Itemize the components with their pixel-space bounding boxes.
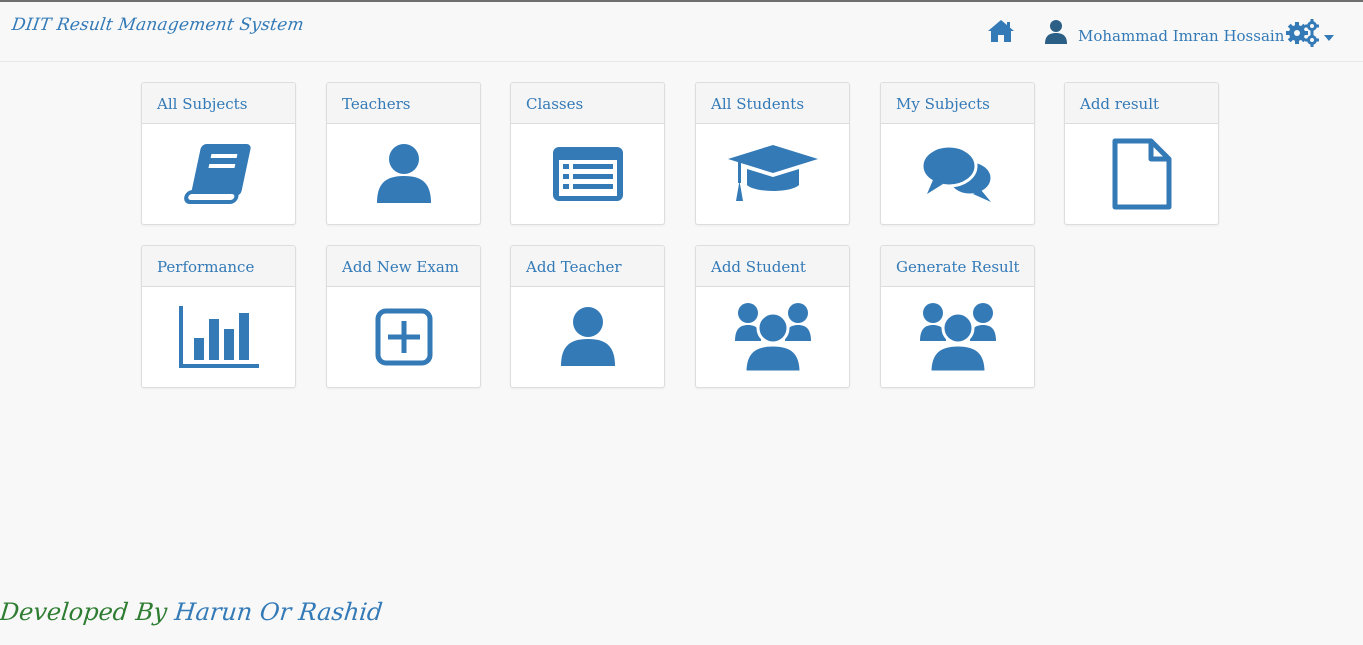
user-name-link[interactable]: Mohammad Imran Hossain [1078, 27, 1284, 45]
card-generate-result[interactable]: Generate Result [880, 245, 1035, 388]
card-title: My Subjects [881, 83, 1034, 124]
card-teachers[interactable]: Teachers [326, 82, 481, 225]
card-add-student[interactable]: Add Student [695, 245, 850, 388]
users-icon [919, 303, 996, 373]
brand-link[interactable]: DIIT Result Management System [11, 15, 306, 35]
card-title: Teachers [327, 83, 480, 124]
footer-credit: Developed By Harun Or Rashid [0, 598, 384, 626]
file-icon [1112, 138, 1171, 210]
card-title: Performance [142, 246, 295, 287]
card-title: Add Student [696, 246, 849, 287]
settings-dropdown[interactable] [1286, 19, 1336, 47]
card-add-teacher[interactable]: Add Teacher [510, 245, 665, 388]
card-title: Classes [511, 83, 664, 124]
home-icon [988, 20, 1014, 42]
graduation-cap-icon [727, 145, 818, 201]
card-all-students[interactable]: All Students [695, 82, 850, 225]
card-all-subjects[interactable]: All Subjects [141, 82, 296, 225]
user-icon [560, 307, 615, 366]
users-icon [734, 303, 811, 373]
list-alt-icon [552, 147, 623, 201]
home-link[interactable] [987, 19, 1015, 43]
user-icon [1044, 19, 1068, 45]
card-title: Add result [1065, 83, 1218, 124]
card-my-subjects[interactable]: My Subjects [880, 82, 1035, 225]
navbar: DIIT Result Management System Mohammad I… [0, 2, 1363, 62]
cogs-icon [1286, 19, 1319, 47]
card-title: Generate Result [881, 246, 1034, 287]
card-title: All Subjects [142, 83, 295, 124]
card-classes[interactable]: Classes [510, 82, 665, 225]
bar-chart-icon [178, 306, 259, 368]
card-add-new-exam[interactable]: Add New Exam [326, 245, 481, 388]
footer-author: Harun Or Rashid [173, 598, 384, 626]
card-performance[interactable]: Performance [141, 245, 296, 388]
user-icon [376, 144, 431, 203]
caret-down-icon [1324, 35, 1334, 41]
card-add-result[interactable]: Add result [1064, 82, 1219, 225]
plus-square-icon [375, 308, 432, 366]
footer-developed-by: Developed By [0, 598, 169, 626]
card-title: Add Teacher [511, 246, 664, 287]
book-icon [183, 144, 251, 204]
card-title: Add New Exam [327, 246, 480, 287]
comments-icon [920, 144, 993, 202]
card-title: All Students [696, 83, 849, 124]
